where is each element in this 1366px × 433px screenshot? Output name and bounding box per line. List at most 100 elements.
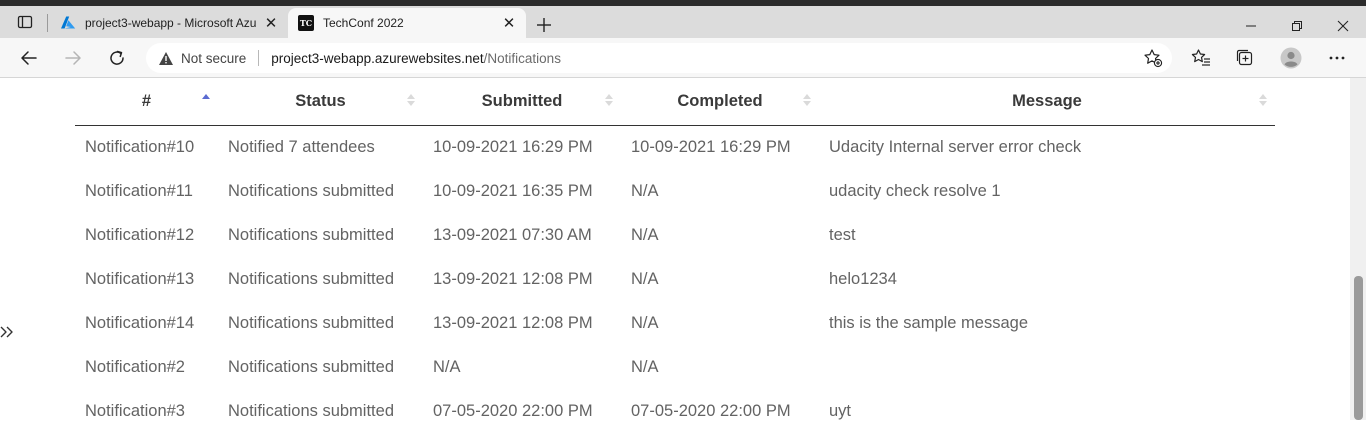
cell-status: Notifications submitted <box>228 401 394 420</box>
table-row: Notification#10 Notified 7 attendees 10-… <box>75 125 1275 169</box>
cell-submitted: 10-09-2021 16:35 PM <box>433 181 593 200</box>
cell-completed: 10-09-2021 16:29 PM <box>631 137 791 156</box>
table-row: Notification#3 Notifications submitted 0… <box>75 389 1275 433</box>
column-header-status[interactable]: Status <box>218 78 423 126</box>
table-header-row: # Status Submitted Completed Message <box>75 78 1275 126</box>
tab-close-icon[interactable]: ✕ <box>260 12 282 34</box>
back-arrow-icon <box>21 51 37 65</box>
cell-id: Notification#11 <box>85 181 193 200</box>
cell-submitted: 10-09-2021 16:29 PM <box>433 137 593 156</box>
cell-submitted: N/A <box>433 357 461 376</box>
tab-title: TechConf 2022 <box>323 16 404 30</box>
refresh-button[interactable] <box>102 44 132 72</box>
back-button[interactable] <box>14 44 44 72</box>
cell-status: Notifications submitted <box>228 269 394 288</box>
settings-menu-button[interactable] <box>1322 44 1352 72</box>
cell-completed: N/A <box>631 225 659 244</box>
cell-status: Notified 7 attendees <box>228 137 375 156</box>
new-tab-button[interactable] <box>532 13 556 37</box>
cell-message: this is the sample message <box>829 313 1029 332</box>
url-host: project3-webapp.azurewebsites.net <box>271 50 484 66</box>
collections-button[interactable] <box>1230 44 1260 72</box>
table-row: Notification#13 Notifications submitted … <box>75 257 1275 301</box>
sort-icon <box>803 94 811 106</box>
expand-sidebar-button[interactable] <box>0 320 17 344</box>
restore-button[interactable] <box>1274 12 1320 40</box>
avatar-icon <box>1280 47 1302 69</box>
tab-actions-icon <box>17 15 33 29</box>
tab-close-icon[interactable]: ✕ <box>498 12 520 34</box>
forward-button[interactable] <box>58 44 88 72</box>
url-path: /Notifications <box>483 50 561 66</box>
warning-icon[interactable] <box>158 50 174 66</box>
cell-submitted: 13-09-2021 12:08 PM <box>433 313 593 332</box>
sort-ascending-icon <box>202 94 210 99</box>
column-header-completed[interactable]: Completed <box>621 78 819 126</box>
notifications-table: # Status Submitted Completed Message Not… <box>75 78 1275 433</box>
cell-status: Notifications submitted <box>228 225 394 244</box>
page-content: # Status Submitted Completed Message Not… <box>0 78 1366 420</box>
favorites-list-icon <box>1191 49 1210 66</box>
column-header-label: # <box>141 91 152 110</box>
tab-actions-button[interactable] <box>10 11 40 33</box>
profile-button[interactable] <box>1276 44 1306 72</box>
column-header-label: Completed <box>677 91 763 110</box>
column-header-label: Submitted <box>481 91 563 110</box>
techconf-favicon-text: TC <box>299 18 313 28</box>
table-row: Notification#2 Notifications submitted N… <box>75 345 1275 389</box>
forward-arrow-icon <box>65 51 81 65</box>
techconf-icon: TC <box>298 15 314 31</box>
scrollbar-thumb[interactable] <box>1354 276 1363 420</box>
sort-icon <box>1259 94 1267 106</box>
column-header-label: Message <box>1012 91 1082 110</box>
tab-techconf[interactable]: TC TechConf 2022 ✕ <box>288 8 526 38</box>
table-row: Notification#14 Notifications submitted … <box>75 301 1275 345</box>
table-row: Notification#12 Notifications submitted … <box>75 213 1275 257</box>
azure-icon <box>60 15 76 31</box>
cell-message <box>819 345 1275 389</box>
cell-message: uyt <box>829 401 852 420</box>
minimize-button[interactable] <box>1228 12 1274 40</box>
security-label[interactable]: Not secure <box>181 51 246 66</box>
plus-icon <box>537 18 551 32</box>
cell-completed: 07-05-2020 22:00 PM <box>631 401 791 420</box>
cell-completed: N/A <box>631 313 659 332</box>
favorites-button[interactable] <box>1186 44 1216 72</box>
cell-completed: N/A <box>631 357 659 376</box>
cell-status: Notifications submitted <box>228 313 394 332</box>
add-favorite-button[interactable] <box>1138 44 1168 72</box>
column-header-message[interactable]: Message <box>819 78 1275 126</box>
cell-id: Notification#2 <box>85 357 185 376</box>
column-header-id[interactable]: # <box>75 78 218 126</box>
browser-toolbar: Not secure project3-webapp.azurewebsites… <box>0 38 1366 78</box>
cell-completed: N/A <box>631 181 659 200</box>
cell-submitted: 13-09-2021 07:30 AM <box>433 225 592 244</box>
cell-message: helo1234 <box>829 269 897 288</box>
more-horizontal-icon <box>1329 56 1345 60</box>
vertical-scrollbar[interactable] <box>1350 78 1366 420</box>
cell-id: Notification#10 <box>85 137 195 156</box>
collections-icon <box>1236 49 1253 66</box>
tab-azure-portal[interactable]: project3-webapp - Microsoft Azu ✕ <box>50 8 288 38</box>
double-chevron-right-icon <box>0 326 13 338</box>
tab-bar: project3-webapp - Microsoft Azu ✕ TC Tec… <box>0 6 1366 38</box>
cell-message: Udacity Internal server error check <box>829 137 1082 156</box>
close-window-button[interactable] <box>1320 12 1366 40</box>
cell-id: Notification#13 <box>85 269 195 288</box>
address-bar[interactable]: Not secure project3-webapp.azurewebsites… <box>146 43 1172 73</box>
cell-submitted: 07-05-2020 22:00 PM <box>433 401 593 420</box>
tab-title: project3-webapp - Microsoft Azu <box>85 16 257 30</box>
column-header-label: Status <box>295 91 346 110</box>
sort-icon <box>605 94 613 106</box>
close-icon <box>1337 20 1349 32</box>
refresh-icon <box>110 50 124 65</box>
table-row: Notification#11 Notifications submitted … <box>75 169 1275 213</box>
restore-icon <box>1292 21 1302 31</box>
cell-message: test <box>829 225 856 244</box>
column-header-submitted[interactable]: Submitted <box>423 78 621 126</box>
address-separator <box>258 50 260 66</box>
tab-divider <box>47 14 48 32</box>
cell-id: Notification#12 <box>85 225 195 244</box>
sort-icon <box>407 94 415 106</box>
cell-completed: N/A <box>631 269 659 288</box>
